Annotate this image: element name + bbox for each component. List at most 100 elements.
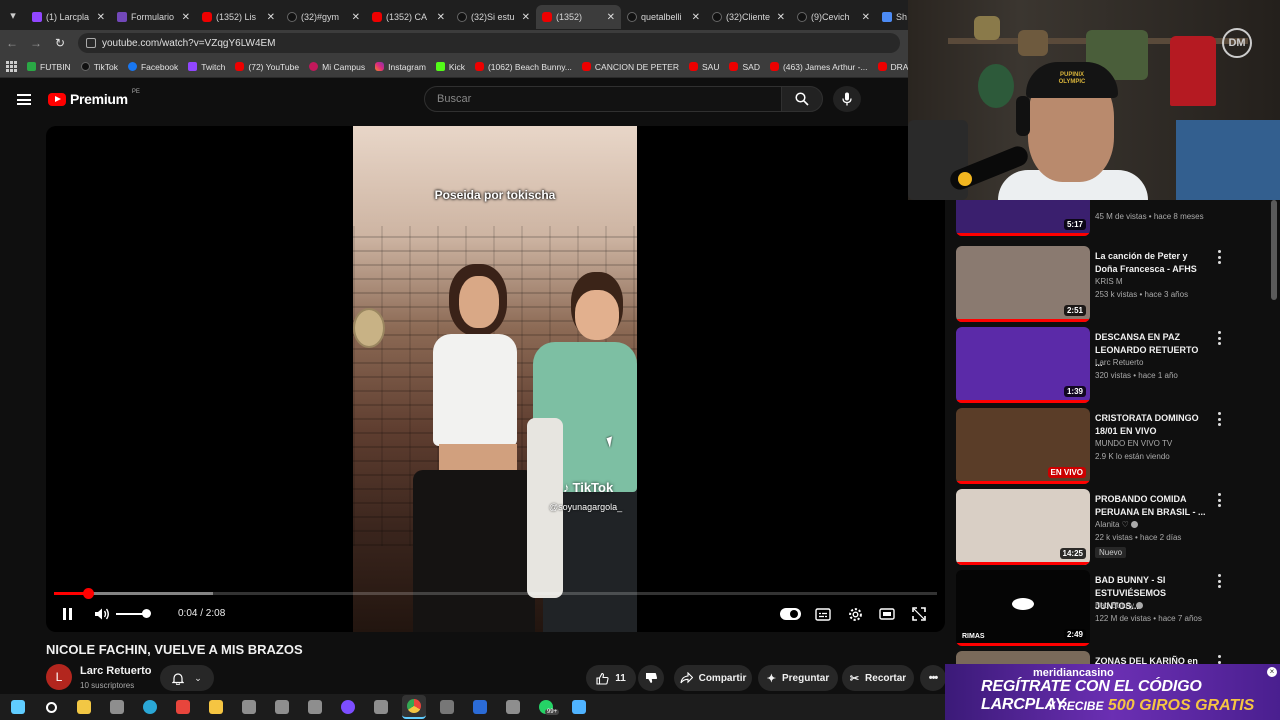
more-vertical-icon[interactable] xyxy=(1216,412,1222,426)
bookmark-item[interactable]: (463) James Arthur -... xyxy=(769,62,868,72)
url-input[interactable]: youtube.com/watch?v=VZqgY6LW4EM xyxy=(78,33,900,53)
forward-icon[interactable]: → xyxy=(24,36,48,50)
close-icon[interactable]: ✕ xyxy=(267,12,275,23)
ask-button[interactable]: ✦ Preguntar xyxy=(758,665,838,691)
video-thumbnail[interactable]: 14:25 xyxy=(956,489,1090,565)
bookmark-item[interactable]: (72) YouTube xyxy=(235,62,299,72)
browser-tab[interactable]: (32)#gym ✕ xyxy=(281,5,366,29)
close-icon[interactable]: ✕ xyxy=(437,12,445,23)
recommendation-title[interactable]: La canción de Peter y Doña Francesca - A… xyxy=(1095,250,1207,276)
browser-tab[interactable]: quetalbelli ✕ xyxy=(621,5,706,29)
notifications-button[interactable]: ⌄ xyxy=(160,665,214,691)
taskbar-app-button[interactable] xyxy=(369,695,393,719)
browser-tab[interactable]: (32)Cliente ✕ xyxy=(706,5,791,29)
search-input[interactable]: Buscar xyxy=(424,86,782,112)
pause-button[interactable] xyxy=(60,604,74,624)
clip-button[interactable]: ✂ Recortar xyxy=(842,665,914,691)
search-button[interactable] xyxy=(781,86,823,112)
autoplay-toggle[interactable] xyxy=(780,608,801,620)
close-icon[interactable]: ✕ xyxy=(352,12,360,23)
recommendation-item[interactable]: 5:17 45 M de vistas • hace 8 meses xyxy=(956,200,1226,236)
recommendation-item[interactable]: 1:39 DESCANSA EN PAZ LEONARDO RETUERTO ..… xyxy=(956,327,1226,403)
taskbar-app-button[interactable] xyxy=(237,695,261,719)
menu-icon[interactable] xyxy=(17,94,31,105)
more-actions-button[interactable]: ••• xyxy=(920,665,946,691)
volume-button[interactable] xyxy=(94,604,110,624)
close-icon[interactable]: ✕ xyxy=(182,12,190,23)
taskbar-store-button[interactable] xyxy=(72,695,96,719)
taskbar-calculator-button[interactable] xyxy=(435,695,459,719)
browser-tab[interactable]: (32)Si estu ✕ xyxy=(451,5,536,29)
close-icon[interactable]: × xyxy=(1267,667,1277,677)
browser-tab[interactable]: Formulario ✕ xyxy=(111,5,196,29)
video-thumbnail[interactable]: RIMAS 2:49 xyxy=(956,570,1090,646)
dislike-button[interactable] xyxy=(638,665,664,691)
taskbar-windows-button[interactable] xyxy=(6,695,30,719)
video-thumbnail[interactable]: 2:51 xyxy=(956,246,1090,322)
bookmark-item[interactable]: (1062) Beach Bunny... xyxy=(474,62,572,72)
site-info-icon[interactable] xyxy=(86,38,96,48)
video-thumbnail[interactable]: EN VIVO xyxy=(956,408,1090,484)
taskbar-app-button[interactable] xyxy=(270,695,294,719)
close-icon[interactable]: ✕ xyxy=(522,12,530,23)
taskbar-whatsapp-button[interactable]: 99+ xyxy=(534,695,560,719)
taskbar-discord-button[interactable] xyxy=(336,695,360,719)
taskbar-media-button[interactable] xyxy=(171,695,195,719)
fullscreen-button[interactable] xyxy=(910,604,928,624)
voice-search-button[interactable] xyxy=(833,86,861,112)
close-icon[interactable]: ✕ xyxy=(777,12,785,23)
taskbar-app-button[interactable] xyxy=(303,695,327,719)
scrubber-handle[interactable] xyxy=(82,588,94,599)
bookmark-item[interactable]: Kick xyxy=(435,62,465,72)
like-button[interactable]: 11 xyxy=(586,665,636,691)
reload-icon[interactable]: ↻ xyxy=(48,36,72,50)
video-player[interactable]: Poseida por tokischa ♪ TikTok @soyunagarg… xyxy=(46,126,945,632)
more-vertical-icon[interactable] xyxy=(1216,493,1222,507)
scrollbar[interactable] xyxy=(1271,200,1277,300)
recommendation-item[interactable]: EN VIVO CRISTORATA DOMINGO 18/01 EN VIVO M… xyxy=(956,408,1226,484)
bookmark-item[interactable]: Facebook xyxy=(127,62,178,72)
apps-grid-icon[interactable] xyxy=(6,60,17,73)
progress-bar[interactable] xyxy=(54,588,937,599)
recommendation-title[interactable]: CRISTORATA DOMINGO 18/01 EN VIVO xyxy=(1095,412,1207,438)
video-thumbnail[interactable]: 1:39 xyxy=(956,327,1090,403)
bookmark-item[interactable]: FUTBIN xyxy=(27,62,71,72)
bookmark-item[interactable]: SAD xyxy=(729,62,760,72)
video-thumbnail[interactable]: 5:17 xyxy=(956,200,1090,236)
avatar[interactable]: L xyxy=(46,664,72,690)
close-icon[interactable]: ✕ xyxy=(607,12,615,23)
more-vertical-icon[interactable] xyxy=(1216,655,1222,664)
taskbar-search-button[interactable] xyxy=(39,695,63,719)
taskbar-explorer-button[interactable] xyxy=(204,695,228,719)
bookmark-item[interactable]: Instagram xyxy=(375,62,426,72)
browser-tab[interactable]: (1352) Lis ✕ xyxy=(196,5,281,29)
taskbar-edge-button[interactable] xyxy=(138,695,162,719)
browser-tab-active[interactable]: (1352) ✕ xyxy=(536,5,621,29)
more-vertical-icon[interactable] xyxy=(1216,250,1222,264)
browser-tab[interactable]: (9)Cevich ✕ xyxy=(791,5,876,29)
more-vertical-icon[interactable] xyxy=(1216,331,1222,345)
taskbar-app-button[interactable] xyxy=(501,695,525,719)
share-button[interactable]: Compartir xyxy=(674,665,752,691)
taskbar-word-button[interactable] xyxy=(468,695,492,719)
channel-name[interactable]: Larc Retuerto xyxy=(80,665,152,677)
more-vertical-icon[interactable] xyxy=(1216,574,1222,588)
theater-mode-button[interactable] xyxy=(878,604,896,624)
settings-button[interactable] xyxy=(846,604,864,624)
recommendation-title[interactable]: PROBANDO COMIDA PERUANA EN BRASIL - ... xyxy=(1095,493,1207,519)
recommendation-title[interactable]: ZONAS DEL KARIÑO en xyxy=(1095,655,1207,664)
close-icon[interactable]: ✕ xyxy=(97,12,105,23)
video-thumbnail[interactable] xyxy=(956,651,1090,664)
bookmark-item[interactable]: DRAGO xyxy=(877,62,908,72)
recommendation-item[interactable]: ZONAS DEL KARIÑO en xyxy=(956,651,1226,664)
subtitles-button[interactable] xyxy=(814,604,832,624)
recommendation-item[interactable]: 14:25 PROBANDO COMIDA PERUANA EN BRASIL -… xyxy=(956,489,1226,565)
youtube-premium-logo[interactable]: Premium PE xyxy=(48,89,140,107)
taskbar-app-button[interactable] xyxy=(105,695,129,719)
casino-ad-banner[interactable]: meridiancasino REGÍTRATE CON EL CÓDIGO L… xyxy=(945,664,1280,720)
taskbar-chrome-button[interactable] xyxy=(402,695,426,719)
recommendation-item[interactable]: RIMAS 2:49 BAD BUNNY - SI ESTUVIÉSEMOS JUN… xyxy=(956,570,1226,646)
browser-tab[interactable]: (1) Larcpla ✕ xyxy=(26,5,111,29)
browser-tab[interactable]: (1352) CA ✕ xyxy=(366,5,451,29)
bookmark-item[interactable]: CANCION DE PETER xyxy=(581,62,679,72)
